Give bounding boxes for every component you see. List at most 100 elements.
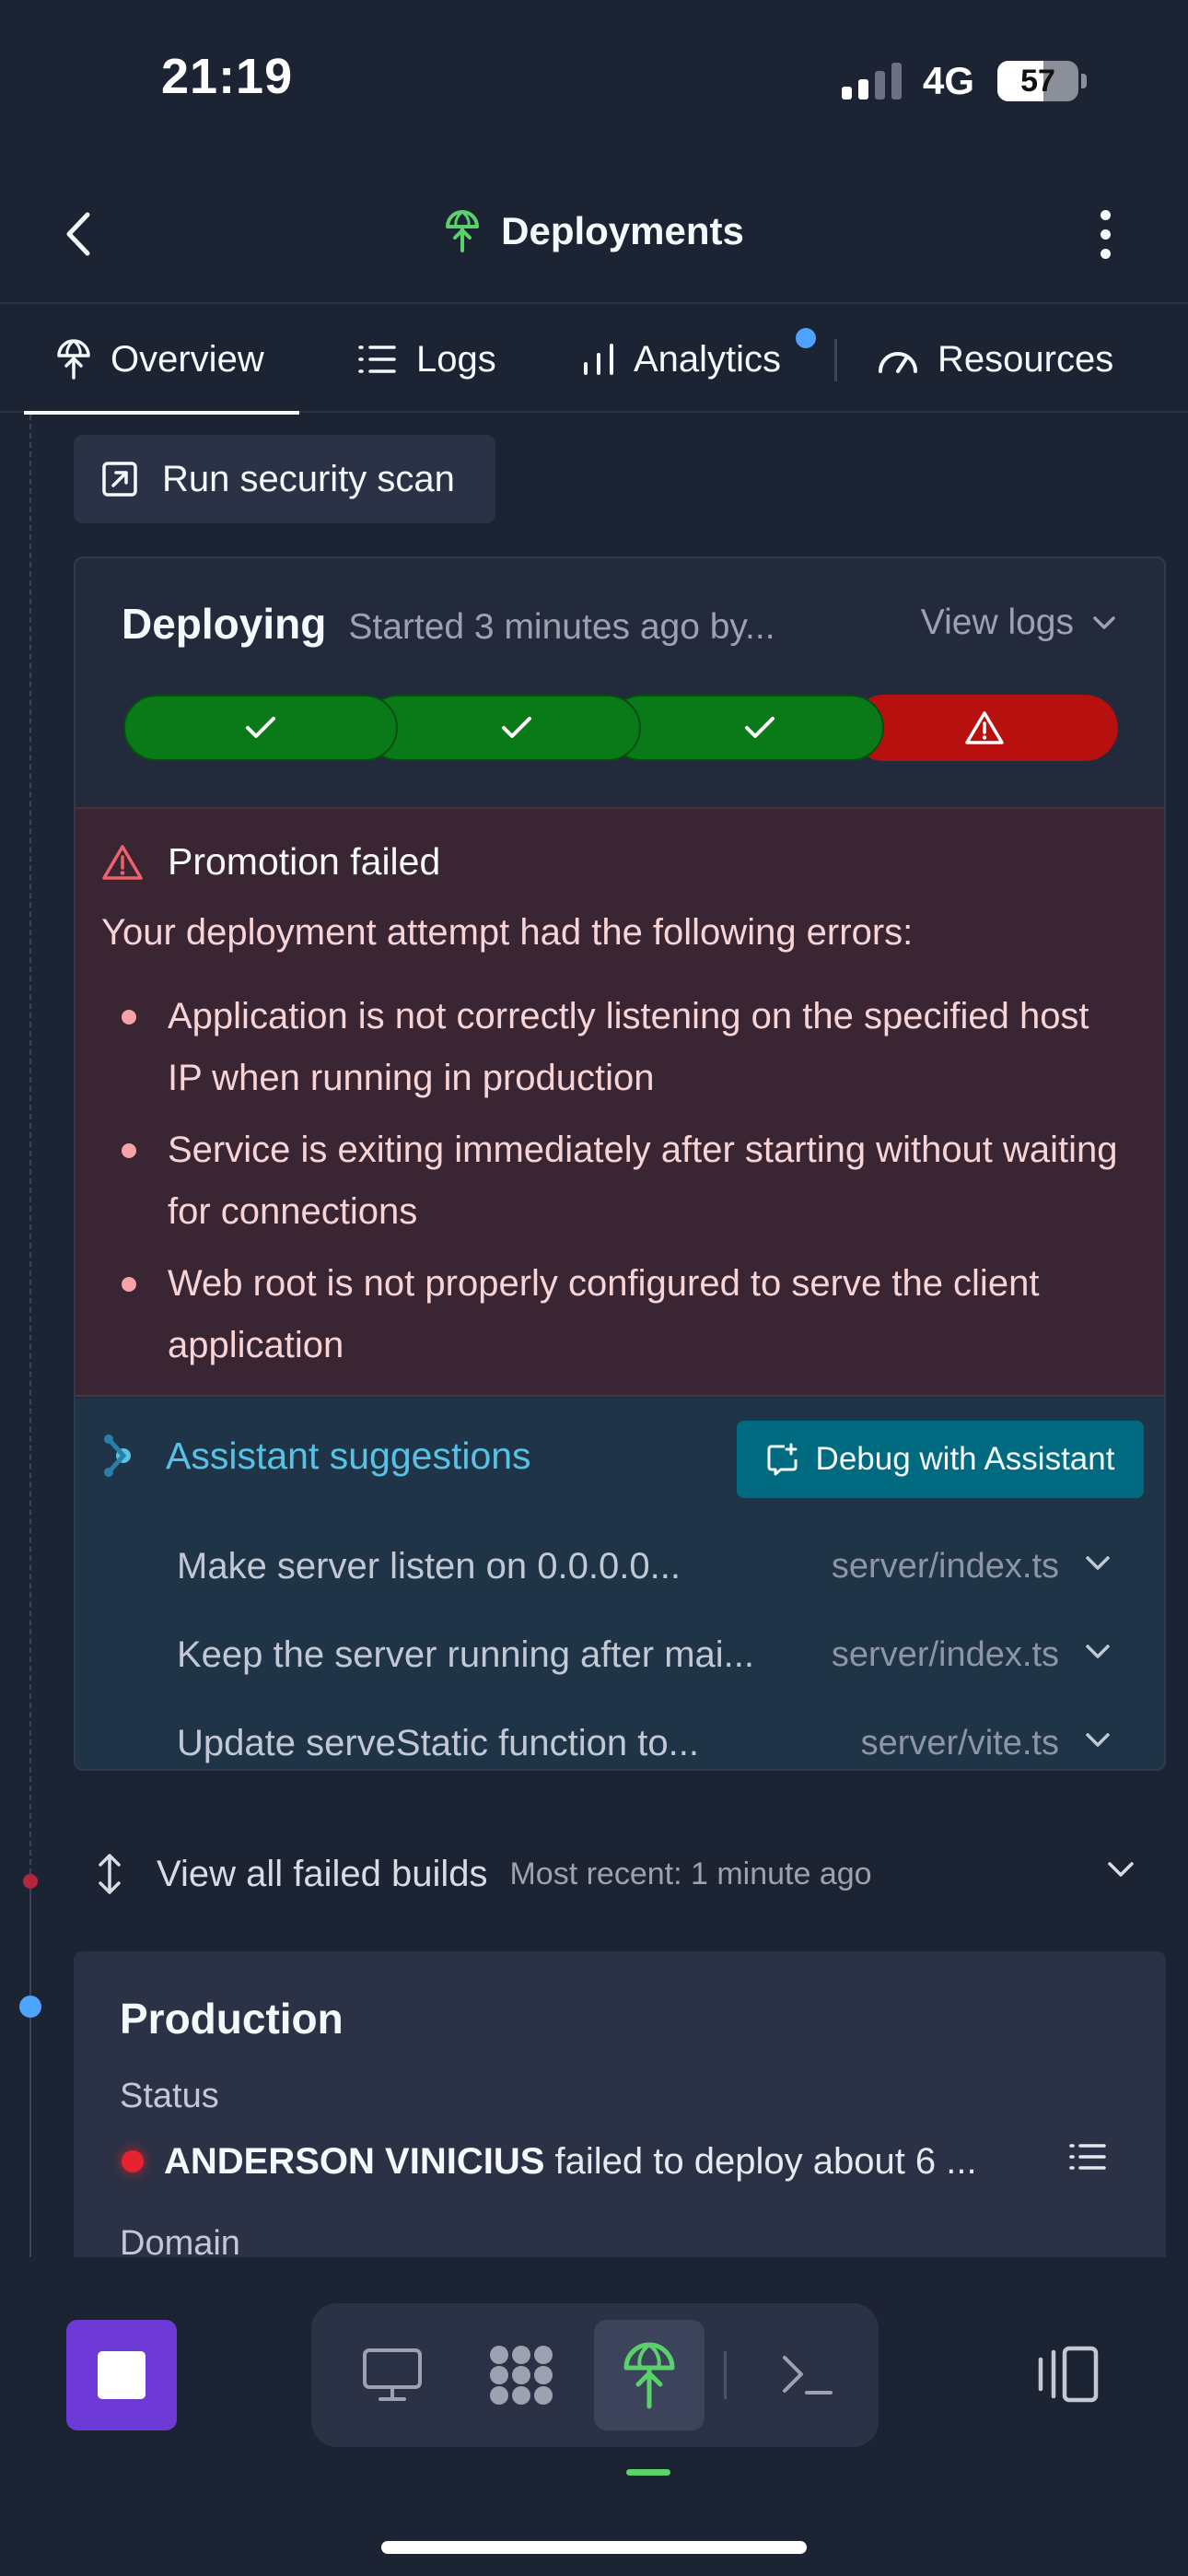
check-icon xyxy=(246,717,275,738)
assistant-icon xyxy=(104,1434,131,1477)
monitor-icon xyxy=(363,2348,422,2401)
tab-label: Logs xyxy=(416,338,496,380)
battery-percent: 57 xyxy=(1020,64,1055,99)
progress-step-success xyxy=(608,695,884,761)
production-card: Production Status ANDERSON VINICIUS fail… xyxy=(74,1951,1166,2257)
deployments-icon xyxy=(446,210,480,252)
gauge-icon xyxy=(879,352,917,373)
error-item: Application is not correctly listening o… xyxy=(101,986,1124,1109)
suggestion-item[interactable]: Make server listen on 0.0.0.0... server/… xyxy=(177,1539,1125,1594)
tab-divider xyxy=(834,339,837,381)
more-dot xyxy=(1100,209,1111,220)
progress-step-success xyxy=(123,695,398,761)
error-item: Web root is not properly configured to s… xyxy=(101,1253,1124,1376)
network-type: 4G xyxy=(923,59,975,102)
error-title: Promotion failed xyxy=(101,840,440,884)
error-intro: Your deployment attempt had the followin… xyxy=(101,912,914,953)
workspace-dock xyxy=(311,2303,879,2447)
timeline-dot-failed xyxy=(23,1874,38,1889)
status-indicator-dot xyxy=(122,2150,144,2172)
list-icon xyxy=(358,345,396,373)
run-security-scan-label: Run security scan xyxy=(162,458,455,499)
active-dock-indicator xyxy=(626,2469,670,2476)
warning-icon xyxy=(965,711,1004,744)
tab-overview[interactable]: Overview xyxy=(24,306,299,415)
suggestion-item[interactable]: Keep the server running after mai... ser… xyxy=(177,1627,1125,1682)
chevron-down-icon xyxy=(1086,1645,1110,1658)
more-dot xyxy=(1100,248,1111,259)
split-view-button[interactable] xyxy=(1031,2342,1101,2406)
apps-grid-icon xyxy=(490,2346,553,2405)
tab-resources[interactable]: Resources xyxy=(877,306,1113,413)
page-title: Deployments xyxy=(501,209,744,252)
run-security-scan-button[interactable]: Run security scan xyxy=(74,435,495,523)
view-deploy-logs-button[interactable] xyxy=(1068,2141,1107,2177)
deployment-card: Deploying Started 3 minutes ago by... Vi… xyxy=(74,556,1166,1771)
analytics-notification-dot xyxy=(796,328,816,348)
status-label: Status xyxy=(120,2077,219,2115)
timeline-dashed-line xyxy=(29,415,31,1874)
suggestion-file: server/vite.ts xyxy=(860,1723,1059,1762)
view-failed-builds-row[interactable]: View all failed builds Most recent: 1 mi… xyxy=(96,1837,1146,1911)
dock-deployments-button[interactable] xyxy=(594,2320,705,2430)
dock-preview-button[interactable] xyxy=(337,2320,448,2430)
chevron-down-icon xyxy=(1086,1733,1110,1747)
more-options-button[interactable] xyxy=(1087,206,1124,262)
debug-with-assistant-button[interactable]: Debug with Assistant xyxy=(737,1421,1144,1498)
suggestion-file: server/index.ts xyxy=(831,1546,1059,1586)
suggestion-text: Keep the server running after mai... xyxy=(177,1633,754,1675)
suggestion-text: Update serveStatic function to... xyxy=(177,1722,699,1763)
header-title-group: Deployments xyxy=(0,208,1188,254)
chevron-down-icon xyxy=(1093,616,1115,629)
assistant-suggestions-panel: Assistant suggestions Debug with Assista… xyxy=(76,1399,1164,1769)
home-indicator[interactable] xyxy=(381,2541,807,2554)
battery-tip xyxy=(1081,74,1087,88)
signal-icon xyxy=(842,61,903,100)
progress-step-error xyxy=(851,695,1118,761)
tab-bar: Overview Logs Analytics Resources xyxy=(0,306,1188,415)
assistant-title: Assistant suggestions xyxy=(101,1434,531,1478)
progress-step-success xyxy=(365,695,641,761)
stop-button[interactable] xyxy=(66,2320,177,2430)
tab-analytics[interactable]: Analytics xyxy=(582,306,781,413)
chevron-down-icon xyxy=(1086,1556,1110,1570)
dock-divider xyxy=(724,2351,727,2399)
screen: 21:19 4G 57 Deployments Overview Logs An… xyxy=(0,0,1188,2576)
list-icon xyxy=(1069,2144,1106,2170)
check-icon xyxy=(502,717,531,738)
error-item: Service is exiting immediately after sta… xyxy=(101,1119,1124,1243)
overview-content: Run security scan Deploying Started 3 mi… xyxy=(0,415,1188,2257)
external-link-icon xyxy=(102,462,137,497)
battery-icon: 57 xyxy=(997,61,1078,101)
status-message: failed to deploy about 6 ... xyxy=(554,2140,977,2182)
suggestion-item[interactable]: Update serveStatic function to... server… xyxy=(177,1715,1125,1769)
suggestion-file: server/index.ts xyxy=(831,1634,1059,1674)
promotion-error-panel: Promotion failed Your deployment attempt… xyxy=(76,807,1164,1397)
production-title: Production xyxy=(120,1995,344,2043)
app-header: Deployments xyxy=(0,166,1188,304)
status-user: ANDERSON VINICIUS xyxy=(164,2140,545,2182)
dock-apps-button[interactable] xyxy=(466,2320,577,2430)
status-bar: 21:19 4G 57 xyxy=(0,0,1188,166)
stop-icon xyxy=(98,2351,146,2399)
deployments-icon xyxy=(57,339,90,380)
error-list: Application is not correctly listening o… xyxy=(101,986,1124,1387)
view-logs-label: View logs xyxy=(920,603,1074,642)
status-time: 21:19 xyxy=(161,49,294,104)
domain-label: Domain xyxy=(120,2224,240,2257)
warning-icon xyxy=(102,844,143,880)
deployment-progress xyxy=(123,695,1118,761)
dock-shell-button[interactable] xyxy=(751,2320,862,2430)
status-text: ANDERSON VINICIUS failed to deploy about… xyxy=(164,2141,977,2183)
tab-label: Resources xyxy=(938,338,1114,380)
terminal-icon xyxy=(783,2356,833,2395)
failed-builds-label: View all failed builds xyxy=(157,1853,488,1894)
view-logs-button[interactable]: View logs xyxy=(921,603,1116,643)
more-dot xyxy=(1100,228,1111,240)
chevron-down-icon xyxy=(1108,1862,1134,1877)
bottom-toolbar xyxy=(0,2259,1188,2576)
failed-builds-meta: Most recent: 1 minute ago xyxy=(509,1856,872,1891)
tab-logs[interactable]: Logs xyxy=(357,306,496,413)
timeline-line xyxy=(29,1879,31,2257)
split-view-icon xyxy=(1038,2346,1099,2403)
